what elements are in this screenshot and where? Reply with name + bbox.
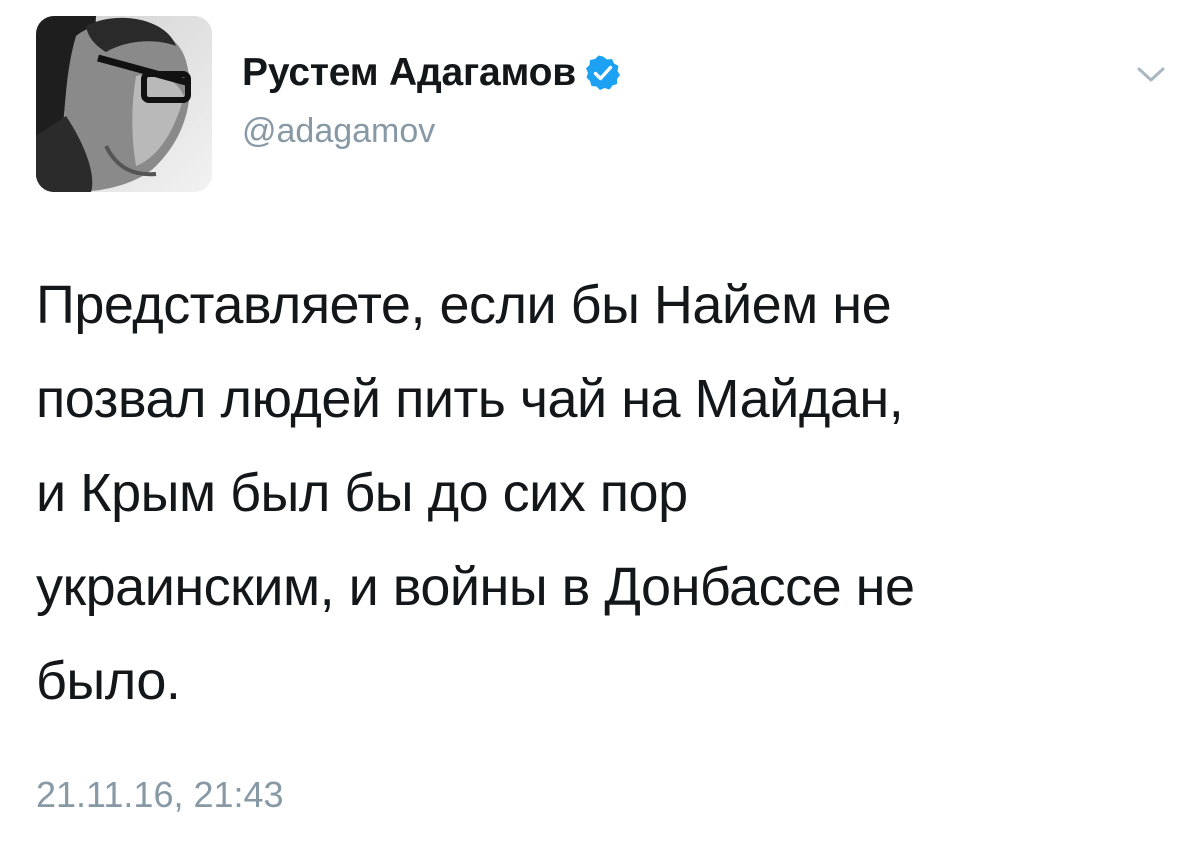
avatar-photo	[36, 16, 212, 192]
tweet-card: Рустем Адагамов @adagamov Представляете,…	[0, 0, 1200, 841]
verified-badge-icon	[585, 55, 621, 91]
author-handle[interactable]: @adagamov	[242, 112, 621, 151]
avatar[interactable]	[36, 16, 212, 192]
name-row: Рустем Адагамов	[242, 50, 621, 96]
chevron-down-icon[interactable]	[1134, 60, 1168, 88]
display-name[interactable]: Рустем Адагамов	[242, 51, 576, 95]
tweet-text: Представляете, если бы Найем не позвал л…	[36, 275, 915, 711]
tweet-header: Рустем Адагамов @adagamov	[242, 50, 621, 151]
tweet-timestamp[interactable]: 21.11.16, 21:43	[36, 774, 284, 816]
